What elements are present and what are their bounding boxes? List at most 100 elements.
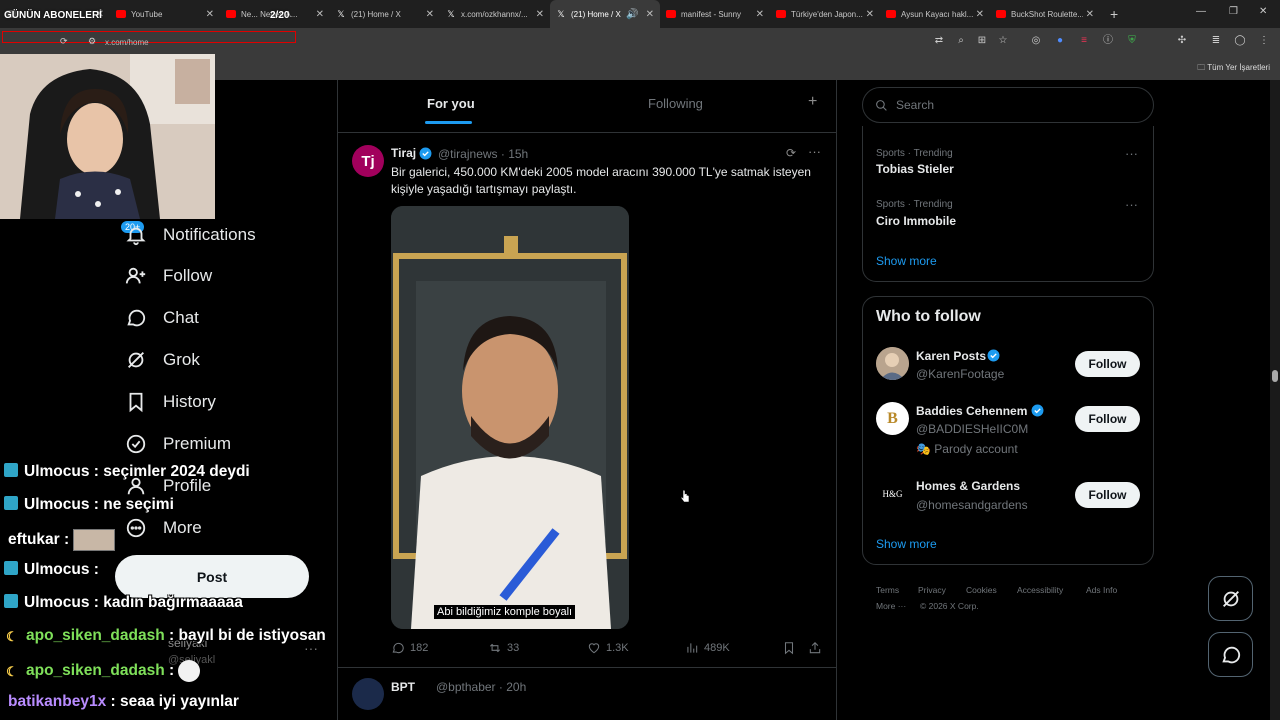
nav-chat[interactable]: Chat xyxy=(125,303,199,333)
zoom-icon[interactable]: ⌕ xyxy=(955,35,967,47)
close-icon[interactable]: ✕ xyxy=(426,9,434,20)
avatar[interactable] xyxy=(876,347,909,380)
nav-label: Follow xyxy=(163,266,213,285)
close-icon[interactable]: ✕ xyxy=(756,9,764,20)
tab-following[interactable]: Following xyxy=(648,96,703,111)
nav-premium[interactable]: Premium xyxy=(125,429,231,459)
tweet-handle[interactable]: @tirajnews · 15h xyxy=(438,147,528,161)
avatar[interactable]: B xyxy=(876,402,909,435)
puzzle-icon[interactable]: ✣ xyxy=(1176,35,1188,47)
site-info-icon[interactable]: ⚙ xyxy=(88,36,96,47)
suggested-user-name[interactable]: Karen Posts xyxy=(916,349,986,363)
video-frame-image xyxy=(391,206,629,629)
browser-tab-active[interactable]: 𝕏 (21) Home / X 🔊 ✕ xyxy=(550,0,660,28)
menu-icon[interactable]: ⋮ xyxy=(1258,35,1270,47)
trend-name[interactable]: Ciro Immobile xyxy=(876,214,956,228)
scrollbar[interactable] xyxy=(1270,80,1280,720)
close-icon[interactable]: ✕ xyxy=(206,9,214,20)
nav-notifications[interactable]: Notifications xyxy=(125,220,256,250)
tweet-author-name[interactable]: Tiraj xyxy=(391,146,416,160)
profile-icon[interactable]: ◯ xyxy=(1234,35,1246,47)
suggested-user-name[interactable]: Homes & Gardens xyxy=(916,479,1020,493)
grok-floating-button[interactable] xyxy=(1208,576,1253,621)
minimize-icon[interactable]: — xyxy=(1196,6,1206,17)
heart-icon xyxy=(588,643,600,654)
close-icon[interactable]: ✕ xyxy=(316,9,324,20)
nav-grok[interactable]: Grok xyxy=(125,345,200,375)
suggested-user-name[interactable]: Baddies Cehennem xyxy=(916,404,1027,418)
footer-link-privacy[interactable]: Privacy xyxy=(918,585,946,595)
footer-more[interactable]: More ··· xyxy=(876,601,906,611)
share-button[interactable] xyxy=(808,641,827,655)
messages-floating-button[interactable] xyxy=(1208,632,1253,677)
add-tab-icon[interactable]: + xyxy=(808,93,817,111)
all-bookmarks[interactable]: 🗀 Tüm Yer İşaretleri xyxy=(1197,62,1270,76)
reload-icon[interactable]: ⟳ xyxy=(60,36,68,47)
browser-tab[interactable]: Aysun Kayacı hakl... ✕ xyxy=(880,0,990,28)
close-icon[interactable]: ✕ xyxy=(976,9,984,20)
footer-link-accessibility[interactable]: Accessibility xyxy=(1017,585,1063,595)
trends-show-more[interactable]: Show more xyxy=(876,254,937,268)
chat-bubble-icon xyxy=(1221,646,1240,663)
repost-icon xyxy=(489,643,501,653)
nav-more[interactable]: More xyxy=(125,513,202,543)
bookmark-star-icon[interactable]: ☆ xyxy=(997,35,1009,47)
maximize-icon[interactable]: ❐ xyxy=(1229,6,1238,17)
close-icon[interactable]: ✕ xyxy=(866,9,874,20)
browser-tab[interactable]: manifest - Sunny ✕ xyxy=(660,0,770,28)
browser-tab[interactable]: 𝕏x.com/ozkhannx/... ✕ xyxy=(440,0,550,28)
who-to-follow-show-more[interactable]: Show more xyxy=(876,537,937,551)
close-icon[interactable]: ✕ xyxy=(536,9,544,20)
tab-for-you[interactable]: For you xyxy=(427,96,475,111)
close-icon[interactable]: ✕ xyxy=(646,9,654,20)
shield-icon[interactable]: ⛨ xyxy=(1126,35,1138,47)
follow-button[interactable]: Follow xyxy=(1075,482,1140,508)
footer-link-cookies[interactable]: Cookies xyxy=(966,585,997,595)
browser-tab[interactable]: Türkiye'den Japon... ✕ xyxy=(770,0,880,28)
tweet-handle[interactable]: @bpthaber · 20h xyxy=(436,680,526,694)
follow-button[interactable]: Follow xyxy=(1075,406,1140,432)
bookmark-button[interactable] xyxy=(782,641,801,655)
url-box[interactable] xyxy=(2,31,296,43)
tab-title: (21) Home / X xyxy=(351,9,401,19)
tweet-more-icon[interactable]: ··· xyxy=(808,144,821,159)
follow-button[interactable]: Follow xyxy=(1075,351,1140,377)
trend-more-icon[interactable]: ··· xyxy=(1125,197,1138,212)
post-button[interactable]: Post xyxy=(115,555,309,598)
extension-icon[interactable]: ● xyxy=(1054,35,1066,47)
extension-icon[interactable]: ⓘ xyxy=(1102,35,1114,47)
nav-follow[interactable]: Follow xyxy=(125,261,212,291)
nav-history[interactable]: History xyxy=(125,387,216,417)
url-text[interactable]: x.com/home xyxy=(105,38,149,47)
youtube-icon xyxy=(666,10,676,18)
grok-explain-icon[interactable]: ⟳ xyxy=(786,146,796,160)
repost-button[interactable]: 33 xyxy=(488,641,519,655)
extension-icon[interactable]: ◎ xyxy=(1030,35,1042,47)
bell-icon xyxy=(126,227,146,246)
browser-tab[interactable]: YouTube ✕ xyxy=(110,0,220,28)
views-button[interactable]: 489K xyxy=(685,641,730,655)
tweet-author-name[interactable]: BPT xyxy=(391,680,415,694)
like-button[interactable]: 1.3K xyxy=(587,641,629,655)
speaker-icon[interactable]: 🔊 xyxy=(626,9,638,20)
footer-link-ads[interactable]: Ads Info xyxy=(1086,585,1117,595)
close-window-icon[interactable]: ✕ xyxy=(1259,6,1267,17)
avatar[interactable]: H&G xyxy=(876,477,909,510)
translate-icon[interactable]: ⇄ xyxy=(933,35,945,47)
trend-name[interactable]: Tobias Stieler xyxy=(876,162,954,176)
reply-button[interactable]: 182 xyxy=(391,641,428,655)
footer-link-terms[interactable]: Terms xyxy=(876,585,899,595)
install-icon[interactable]: ⊞ xyxy=(976,35,988,47)
avatar[interactable]: Tj xyxy=(352,145,384,177)
avatar[interactable] xyxy=(352,678,384,710)
new-tab-icon[interactable]: + xyxy=(1110,6,1118,22)
search-input[interactable]: Search xyxy=(862,87,1154,123)
media-icon[interactable]: ≣ xyxy=(1210,35,1222,47)
browser-tab[interactable]: 𝕏 (21) Home / X ✕ xyxy=(330,0,440,28)
scrollbar-thumb[interactable] xyxy=(1272,370,1278,382)
tweet-video[interactable] xyxy=(391,206,629,629)
browser-tab[interactable]: BuckShot Roulette... ✕ xyxy=(990,0,1100,28)
trend-more-icon[interactable]: ··· xyxy=(1125,146,1138,161)
extension-icon[interactable]: ≡ xyxy=(1078,35,1090,47)
close-icon[interactable]: ✕ xyxy=(1086,9,1094,20)
